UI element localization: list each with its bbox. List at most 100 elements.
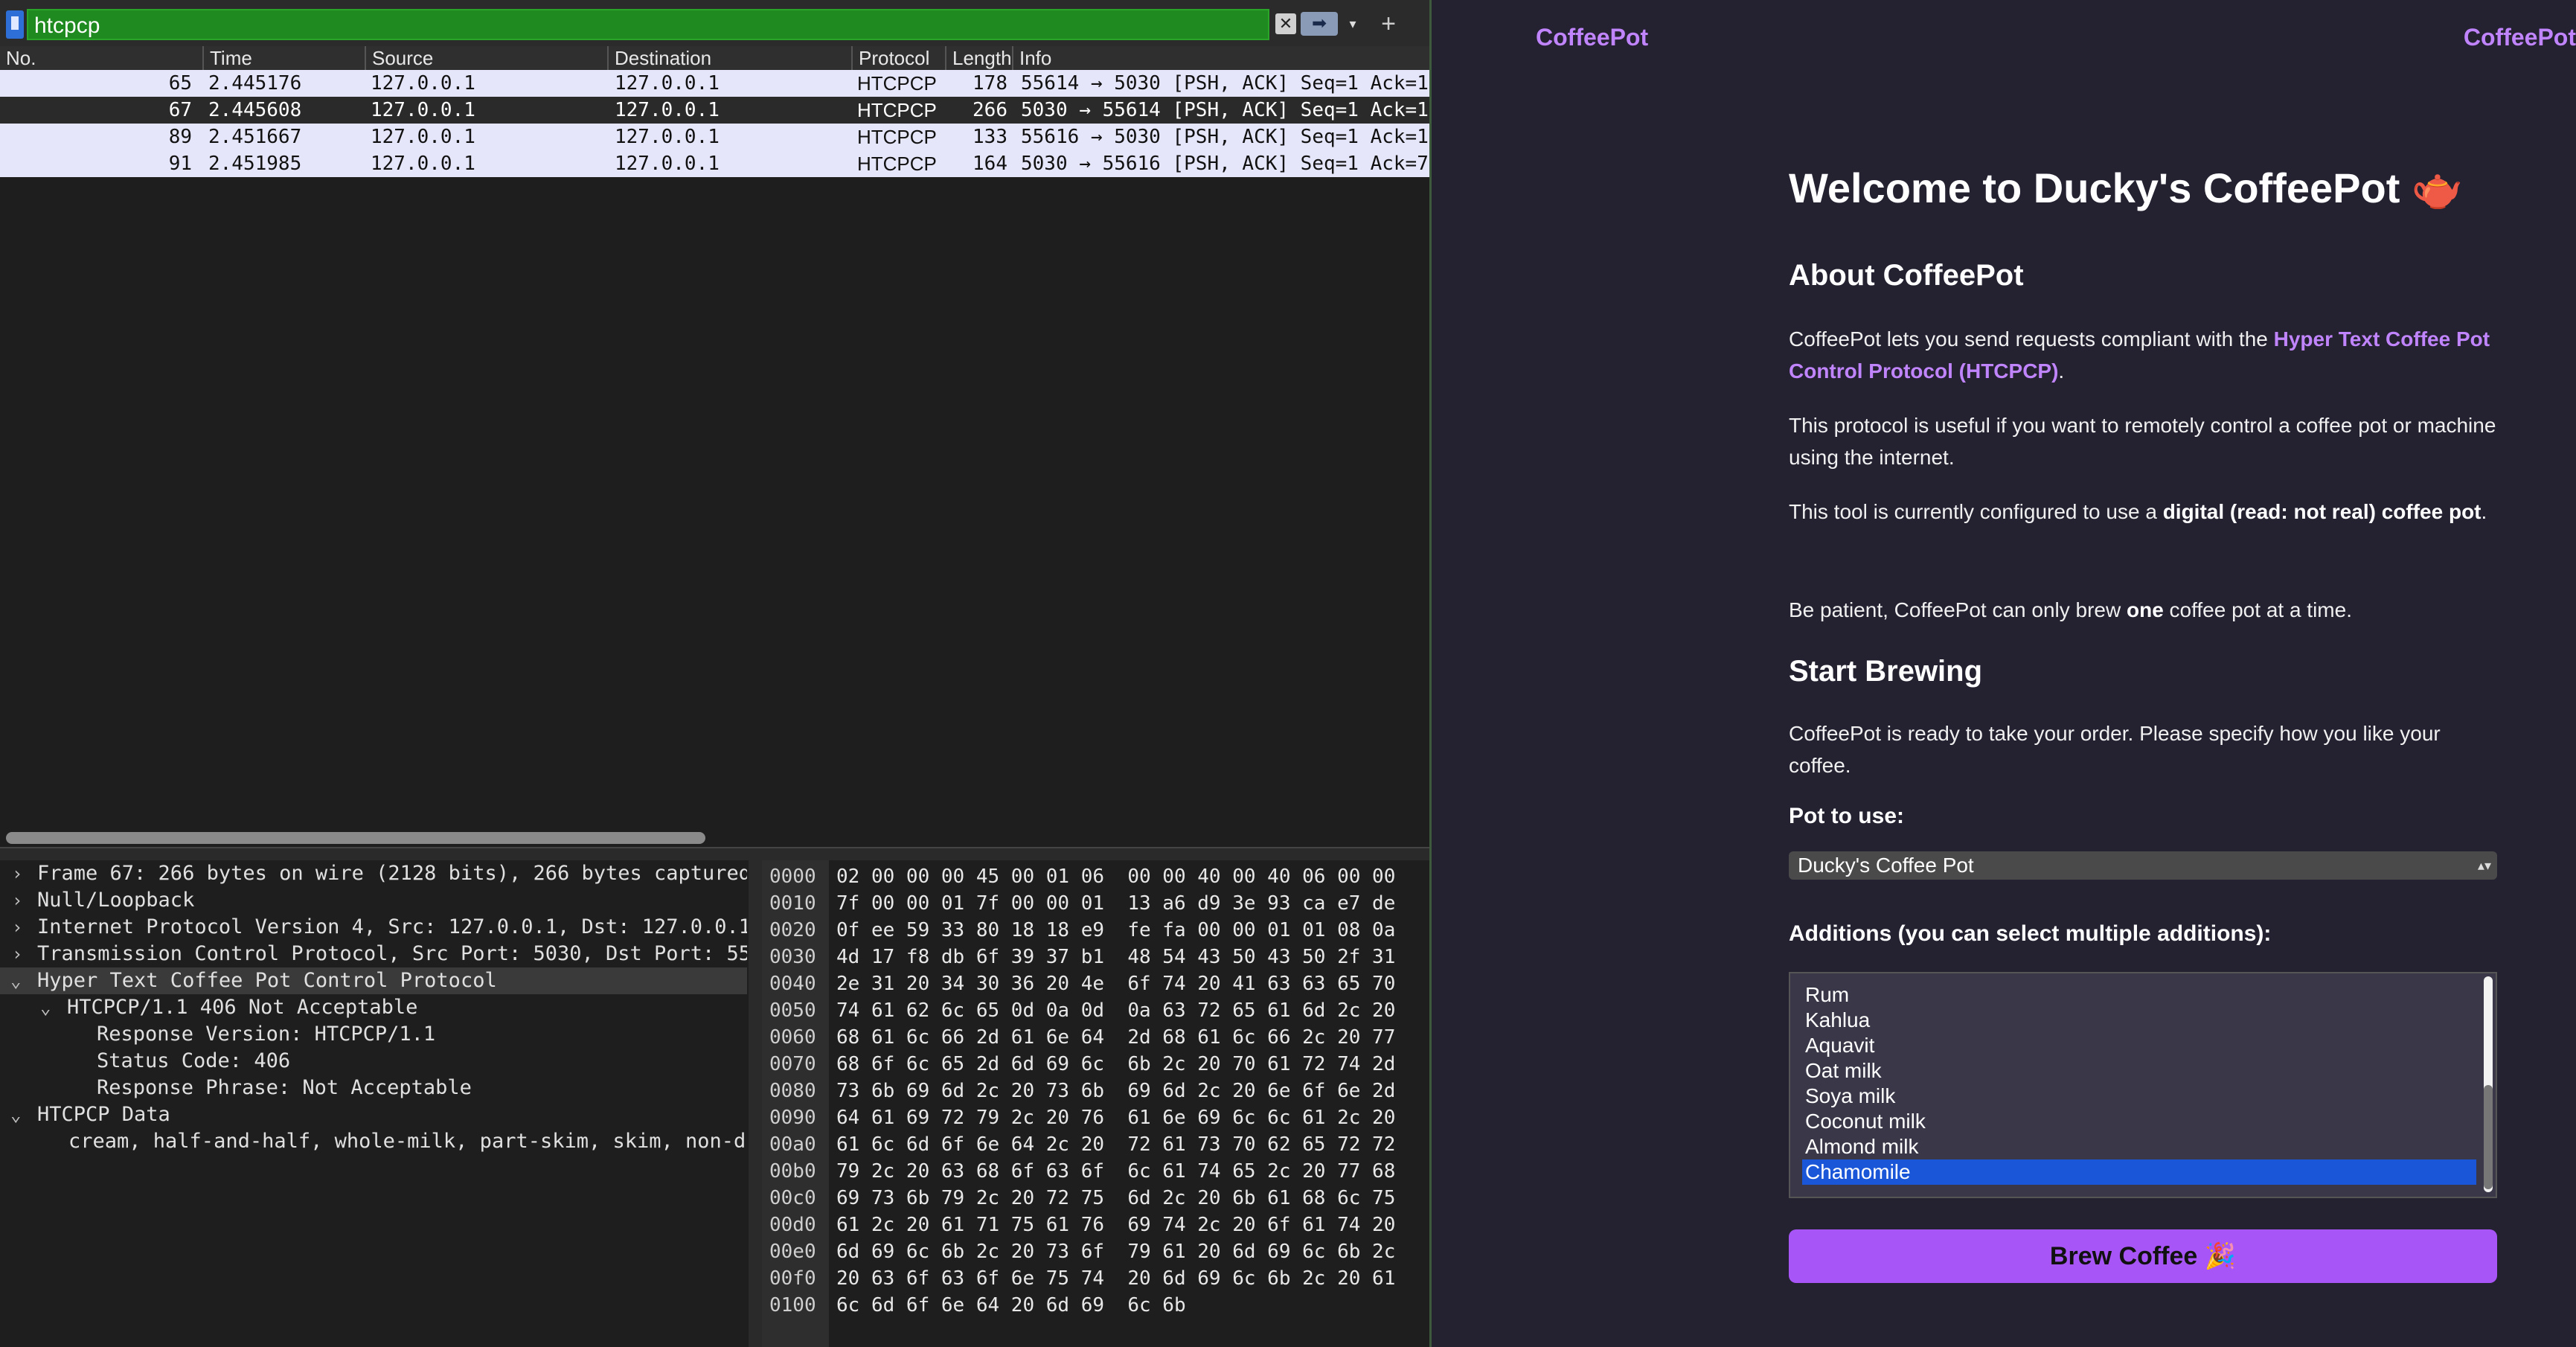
pot-select[interactable]: Ducky's Coffee Pot ▴▾ [1789,851,2497,880]
about-paragraph-1: CoffeePot lets you send requests complia… [1789,323,2502,387]
column-header-protocol[interactable]: Protocol [851,46,945,70]
packet-destination: 127.0.0.1 [615,99,720,121]
nav-brand-link[interactable]: CoffeePot [1536,24,1648,51]
addition-option[interactable]: Rum [1802,982,2476,1008]
detail-text: Transmission Control Protocol, Src Port:… [37,942,747,965]
addition-option[interactable]: Soya milk [1802,1084,2476,1109]
about-paragraph-4: Be patient, CoffeePot can only brew one … [1789,594,2502,626]
packet-time: 2.451985 [208,153,302,175]
brew-paragraph: CoffeePot is ready to take your order. P… [1789,722,2441,777]
additions-scrollbar-thumb[interactable] [2484,1085,2493,1189]
packet-source: 127.0.0.1 [371,99,475,121]
hex-offset: 00a0 [769,1133,816,1156]
pane-splitter[interactable] [0,847,1429,860]
about-p4-bold: one [2127,598,2164,621]
about-p1-end: . [2058,359,2065,383]
detail-line-status-code[interactable]: Status Code: 406 [0,1048,747,1075]
hex-byte-row[interactable]: 64 61 69 72 79 2c 20 76 61 6e 69 6c 6c 6… [836,1104,1395,1131]
collapse-arrow-icon[interactable]: ⌄ [10,967,21,994]
addition-option[interactable]: Coconut milk [1802,1109,2476,1134]
packet-no: 65 [168,72,192,95]
column-header-length[interactable]: Length [945,46,1012,70]
hex-byte-row[interactable]: 6d 69 6c 6b 2c 20 73 6f 79 61 20 6d 69 6… [836,1238,1395,1265]
packet-row[interactable]: 65 2.445176 127.0.0.1 127.0.0.1 HTCPCP 1… [0,70,1429,97]
hex-byte-row[interactable]: 74 61 62 6c 65 0d 0a 0d 0a 63 72 65 61 6… [836,997,1395,1024]
addition-option-selected[interactable]: Chamomile [1802,1159,2476,1185]
detail-text: Null/Loopback [37,889,195,912]
column-header-time[interactable]: Time [202,46,365,70]
addition-option[interactable]: Kahlua [1802,1008,2476,1033]
detail-line-tcp[interactable]: › Transmission Control Protocol, Src Port… [0,941,747,967]
packet-info: 55616 → 5030 [PSH, ACK] Seq=1 Ack=1 [1021,126,1429,148]
detail-line-frame[interactable]: › Frame 67: 266 bytes on wire (2128 bits)… [0,860,747,887]
hex-offset: 0070 [769,1053,816,1075]
hex-byte-row[interactable]: 4d 17 f8 db 6f 39 37 b1 48 54 43 50 43 5… [836,944,1395,970]
apply-filter-icon[interactable]: ➡ [1301,12,1338,36]
hex-offset: 00d0 [769,1214,816,1236]
detail-text: Frame 67: 266 bytes on wire (2128 bits),… [37,862,747,885]
expand-arrow-icon[interactable]: › [12,914,22,941]
expand-arrow-icon[interactable]: › [12,860,22,887]
hex-byte-row[interactable]: 0f ee 59 33 80 18 18 e9 fe fa 00 00 01 0… [836,917,1395,944]
packet-destination: 127.0.0.1 [615,126,720,148]
detail-text: Status Code: 406 [97,1049,291,1072]
brew-coffee-button[interactable]: Brew Coffee 🎉 [1789,1229,2497,1283]
hex-bytes-pane: 02 00 00 00 45 00 01 06 00 00 40 00 40 0… [829,860,1429,1347]
packet-row-selected[interactable]: 67 2.445608 127.0.0.1 127.0.0.1 HTCPCP 2… [0,97,1429,124]
add-filter-button-icon[interactable]: + [1375,9,1402,39]
hex-offset: 0020 [769,919,816,941]
hex-byte-row[interactable]: 7f 00 00 01 7f 00 00 01 13 a6 d9 3e 93 c… [836,890,1395,917]
packet-row[interactable]: 89 2.451667 127.0.0.1 127.0.0.1 HTCPCP 1… [0,124,1429,150]
packet-details-pane: › Frame 67: 266 bytes on wire (2128 bits)… [0,860,747,1347]
expand-arrow-icon[interactable]: › [12,941,22,967]
hex-byte-row[interactable]: 2e 31 20 34 30 36 20 4e 6f 74 20 41 63 6… [836,970,1395,997]
hex-offset: 0100 [769,1294,816,1316]
nav-brand-link-right[interactable]: CoffeePot [2464,24,2576,51]
packet-source: 127.0.0.1 [371,126,475,148]
filter-bookmark-icon[interactable] [6,10,24,39]
packet-row[interactable]: 91 2.451985 127.0.0.1 127.0.0.1 HTCPCP 1… [0,150,1429,177]
clear-filter-icon[interactable]: ✕ [1275,13,1296,34]
detail-line-htcpcp[interactable]: ⌄ Hyper Text Coffee Pot Control Protocol [0,967,747,994]
detail-line-response-version[interactable]: Response Version: HTCPCP/1.1 [0,1021,747,1048]
column-header-no[interactable]: No. [0,46,202,70]
hex-byte-row[interactable]: 68 61 6c 66 2d 61 6e 64 2d 68 61 6c 66 2… [836,1024,1395,1051]
column-header-info[interactable]: Info [1012,46,1429,70]
hex-byte-row[interactable]: 79 2c 20 63 68 6f 63 6f 6c 61 74 65 2c 2… [836,1158,1395,1185]
details-scrollbar[interactable] [749,860,762,1347]
column-header-source[interactable]: Source [365,46,607,70]
hex-offset: 0010 [769,892,816,915]
packet-info: 5030 → 55616 [PSH, ACK] Seq=1 Ack=7 [1021,153,1429,175]
filter-history-dropdown-icon[interactable]: ▾ [1342,12,1363,36]
addition-option[interactable]: Oat milk [1802,1058,2476,1084]
detail-line-ipv4[interactable]: › Internet Protocol Version 4, Src: 127.0… [0,914,747,941]
hex-byte-row[interactable]: 6c 6d 6f 6e 64 20 6d 69 6c 6b [836,1292,1186,1319]
detail-line-data-value[interactable]: cream, half-and-half, whole-milk, part-s… [0,1128,747,1155]
detail-line-response-phrase[interactable]: Response Phrase: Not Acceptable [0,1075,747,1101]
column-header-destination[interactable]: Destination [607,46,851,70]
pot-select-value: Ducky's Coffee Pot [1798,854,1974,877]
detail-line-htcpcp-data[interactable]: ⌄ HTCPCP Data [0,1101,747,1128]
collapse-arrow-icon[interactable]: ⌄ [10,1101,21,1128]
additions-multiselect[interactable]: Rum Kahlua Aquavit Oat milk Soya milk Co… [1789,972,2497,1198]
detail-line-loopback[interactable]: › Null/Loopback [0,887,747,914]
hex-byte-row[interactable]: 68 6f 6c 65 2d 6d 69 6c 6b 2c 20 70 61 7… [836,1051,1395,1078]
hex-byte-row[interactable]: 61 6c 6d 6f 6e 64 2c 20 72 61 73 70 62 6… [836,1131,1395,1158]
addition-option[interactable]: Almond milk [1802,1134,2476,1159]
packet-list-horizontal-scrollbar[interactable] [6,832,705,844]
collapse-arrow-icon[interactable]: ⌄ [40,994,51,1021]
about-heading: About CoffeePot [1789,259,2024,292]
hex-byte-row[interactable]: 73 6b 69 6d 2c 20 73 6b 69 6d 2c 20 6e 6… [836,1078,1395,1104]
hex-offset: 0030 [769,946,816,968]
display-filter-input[interactable]: htcpcp [27,9,1269,40]
about-p3-bold: digital (read: not real) coffee pot [2162,500,2482,523]
detail-line-status[interactable]: ⌄ HTCPCP/1.1 406 Not Acceptable [0,994,747,1021]
detail-text: Internet Protocol Version 4, Src: 127.0.… [37,915,747,938]
hex-offset: 00f0 [769,1267,816,1290]
hex-byte-row[interactable]: 02 00 00 00 45 00 01 06 00 00 40 00 40 0… [836,863,1395,890]
expand-arrow-icon[interactable]: › [12,887,22,914]
hex-byte-row[interactable]: 69 73 6b 79 2c 20 72 75 6d 2c 20 6b 61 6… [836,1185,1395,1212]
hex-byte-row[interactable]: 61 2c 20 61 71 75 61 76 69 74 2c 20 6f 6… [836,1212,1395,1238]
hex-byte-row[interactable]: 20 63 6f 63 6f 6e 75 74 20 6d 69 6c 6b 2… [836,1265,1395,1292]
addition-option[interactable]: Aquavit [1802,1033,2476,1058]
